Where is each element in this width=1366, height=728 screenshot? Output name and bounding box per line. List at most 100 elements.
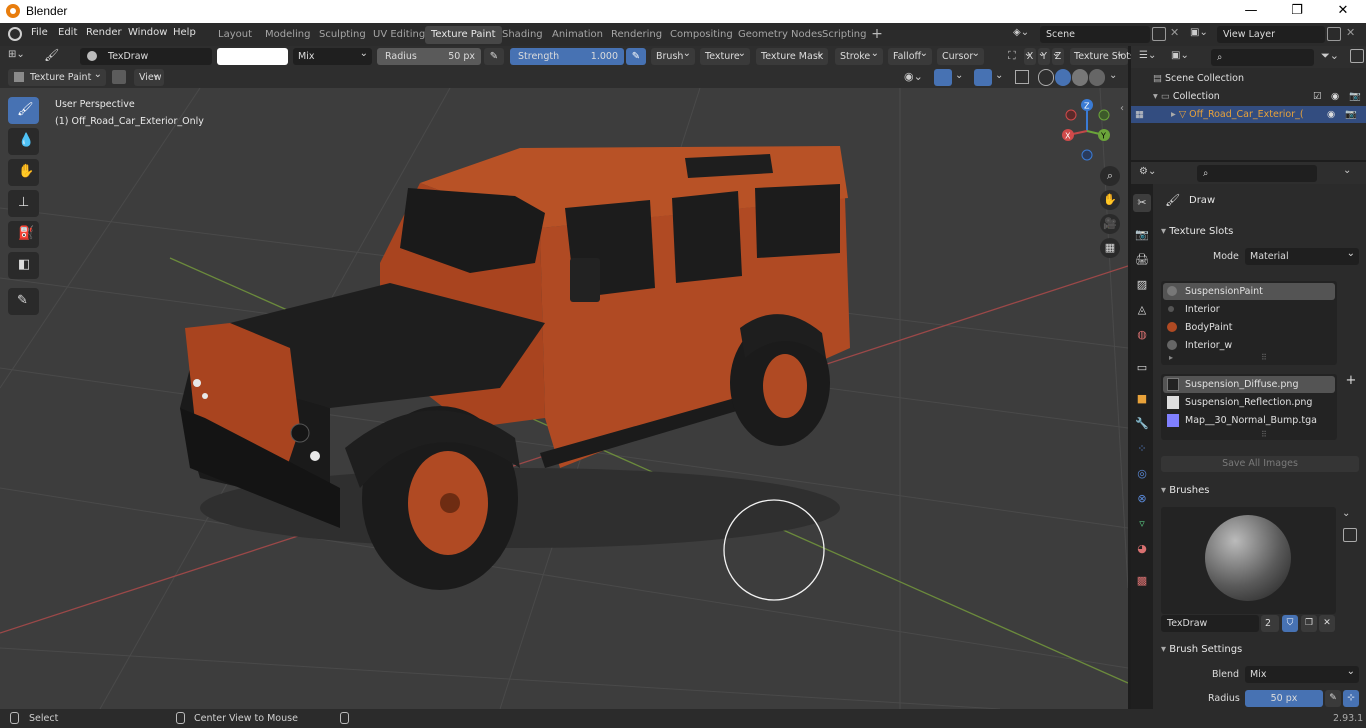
paint-mask-icon[interactable] (112, 70, 126, 84)
list-resize-handle[interactable]: ⠿ (1261, 353, 1267, 362)
object-tab-icon[interactable]: ■ (1133, 390, 1151, 408)
tool-smear[interactable]: ✋ (8, 159, 39, 186)
image-slot-row[interactable]: Map__30_Normal_Bump.tga (1163, 412, 1335, 429)
xray-toggle-icon[interactable] (1015, 70, 1029, 84)
solid-shading-icon[interactable] (1055, 69, 1071, 86)
tool-fill[interactable]: ⛽ (8, 221, 39, 248)
brush-tool-icon[interactable]: 🖌 (44, 48, 66, 65)
overlay-dropdown-icon[interactable]: ⌄ (995, 70, 1003, 81)
strength-pressure-icon[interactable]: ✎ (626, 48, 646, 65)
material-slot-row[interactable]: SuspensionPaint (1163, 283, 1335, 300)
image-slot-row[interactable]: Suspension_Reflection.png (1163, 394, 1335, 411)
physics-tab-icon[interactable]: ◎ (1133, 465, 1151, 483)
world-tab-icon[interactable]: ◍ (1133, 326, 1151, 344)
brush-settings-header[interactable]: ▾ Brush Settings (1161, 644, 1242, 655)
tab-modeling[interactable]: Modeling (259, 26, 317, 44)
brush-users-count[interactable]: 2 (1261, 615, 1279, 632)
particles-tab-icon[interactable]: ⁘ (1133, 440, 1151, 458)
navigation-gizmo[interactable]: Z X Y (1062, 99, 1110, 161)
expand-arrow-icon[interactable]: ▾ (1153, 91, 1158, 102)
save-all-images-button[interactable]: Save All Images (1161, 456, 1359, 472)
collection-checkbox-icon[interactable]: ☑ (1313, 88, 1322, 105)
object-camera-icon[interactable]: 📷 (1345, 106, 1357, 123)
texture-slots-popover[interactable]: Texture Slots (1070, 45, 1135, 65)
menu-render[interactable]: Render (86, 27, 122, 38)
tab-geometry-nodes[interactable]: Geometry Nodes (732, 26, 828, 44)
scene-tab-icon[interactable]: ◬ (1133, 301, 1151, 319)
brush-menu-icon[interactable]: ⌄ (1342, 508, 1350, 519)
texture-mask-menu[interactable]: Texture Mask (756, 45, 828, 65)
unlink-brush-icon[interactable]: ✕ (1319, 615, 1335, 632)
material-tab-icon[interactable]: ◕ (1133, 540, 1151, 558)
tool-annotate[interactable]: ✎ (8, 288, 39, 315)
editor-type-icon[interactable]: ⊞⌄ (8, 49, 34, 64)
gizmo-dropdown-icon[interactable]: ⌄ (955, 70, 963, 81)
collection-row[interactable]: ▾ ▭ Collection ☑ ◉ 📷 (1153, 88, 1363, 105)
properties-editor-icon[interactable]: ⚙⌄ (1139, 166, 1156, 177)
list-expand-icon[interactable]: ▸ (1169, 353, 1173, 362)
pan-hand-icon[interactable]: ✋ (1100, 190, 1120, 210)
display-mode-icon[interactable]: ▣⌄ (1171, 50, 1189, 61)
tab-texture-paint[interactable]: Texture Paint (425, 26, 502, 44)
tool-clone[interactable]: ⊥ (8, 190, 39, 217)
scene-collection-row[interactable]: ▤ Scene Collection (1153, 70, 1244, 87)
tool-draw[interactable]: 🖌 (8, 97, 39, 124)
falloff-menu[interactable]: Falloff (888, 45, 932, 65)
remove-view-layer-icon[interactable]: ✕ (1346, 26, 1355, 39)
close-button[interactable]: ✕ (1320, 0, 1366, 23)
tab-uv-editing[interactable]: UV Editing (367, 26, 431, 44)
modifier-tab-icon[interactable]: 🔧 (1133, 415, 1151, 433)
brush-name-field[interactable]: TexDraw (80, 48, 212, 65)
view-layer-field[interactable]: View Layer (1217, 26, 1325, 43)
mode-dropdown[interactable]: Material (1245, 245, 1359, 265)
material-slot-row[interactable]: BodyPaint (1163, 319, 1335, 336)
tool-soften[interactable]: 💧 (8, 128, 39, 155)
off-road-car[interactable] (180, 146, 850, 590)
new-collection-icon[interactable] (1350, 49, 1364, 63)
list-resize-handle[interactable]: ⠿ (1261, 430, 1267, 439)
properties-options-icon[interactable]: ⌄ (1343, 165, 1351, 176)
axis-z-toggle[interactable]: Z (1052, 45, 1064, 65)
view-menu[interactable]: View (134, 66, 164, 86)
constraints-tab-icon[interactable]: ⊗ (1133, 490, 1151, 508)
material-preview-icon[interactable] (1072, 69, 1088, 86)
texture-tab-icon[interactable]: ▩ (1133, 572, 1151, 590)
image-slot-row[interactable]: Suspension_Diffuse.png (1163, 376, 1335, 393)
radius-field[interactable]: Radius 50 px (377, 48, 481, 65)
tab-animation[interactable]: Animation (546, 26, 609, 44)
new-view-layer-icon[interactable] (1327, 27, 1341, 41)
object-eye-icon[interactable]: ◉ (1327, 106, 1335, 123)
sidebar-toggle-icon[interactable]: ‹ (1120, 103, 1124, 114)
shading-dropdown-icon[interactable]: ⌄ (1109, 70, 1117, 81)
blend-mode-dropdown[interactable]: Mix (293, 45, 372, 65)
3d-viewport[interactable]: Z X Y User Perspective (1) Off_Road_Car_… (0, 88, 1128, 709)
data-tab-icon[interactable]: ▿ (1133, 515, 1151, 533)
render-tab-icon[interactable]: 📷 (1133, 226, 1151, 244)
menu-edit[interactable]: Edit (58, 27, 77, 38)
remove-scene-icon[interactable]: ✕ (1170, 26, 1179, 39)
strength-field[interactable]: Strength 1.000 (510, 48, 624, 65)
brush-name-field[interactable]: TexDraw (1161, 615, 1259, 632)
outliner-search-input[interactable]: ⌕ (1211, 49, 1314, 66)
outliner-editor-icon[interactable]: ☰⌄ (1139, 50, 1156, 61)
perspective-grid-icon[interactable]: ▦ (1100, 238, 1120, 258)
axis-x-toggle[interactable]: X (1024, 45, 1036, 65)
object-row[interactable]: ▦ ▸ ▽ Off_Road_Car_Exterior_( ◉ 📷 (1131, 106, 1366, 123)
cursor-menu[interactable]: Cursor (937, 45, 984, 65)
radius-unit-icon[interactable]: ⊹ (1343, 690, 1359, 707)
stroke-menu[interactable]: Stroke (835, 45, 883, 65)
rendered-shading-icon[interactable] (1089, 69, 1105, 86)
blend-dropdown[interactable]: Mix (1245, 663, 1359, 683)
brush-image-icon[interactable] (1343, 528, 1357, 542)
menu-window[interactable]: Window (128, 27, 167, 38)
maximize-button[interactable]: ❐ (1274, 0, 1320, 23)
axis-y-toggle[interactable]: Y (1038, 45, 1050, 65)
camera-view-icon[interactable]: 🎥 (1100, 214, 1120, 234)
radius-pressure-icon[interactable]: ✎ (1325, 690, 1341, 707)
tab-rendering[interactable]: Rendering (605, 26, 668, 44)
brush-menu[interactable]: Brush (651, 45, 695, 65)
add-texture-slot-button[interactable]: + (1342, 373, 1360, 391)
scene-icon[interactable]: ◈⌄ (1013, 27, 1037, 42)
radius-field[interactable]: 50 px (1245, 690, 1323, 707)
tool-tab-icon[interactable]: ✂ (1133, 194, 1151, 212)
